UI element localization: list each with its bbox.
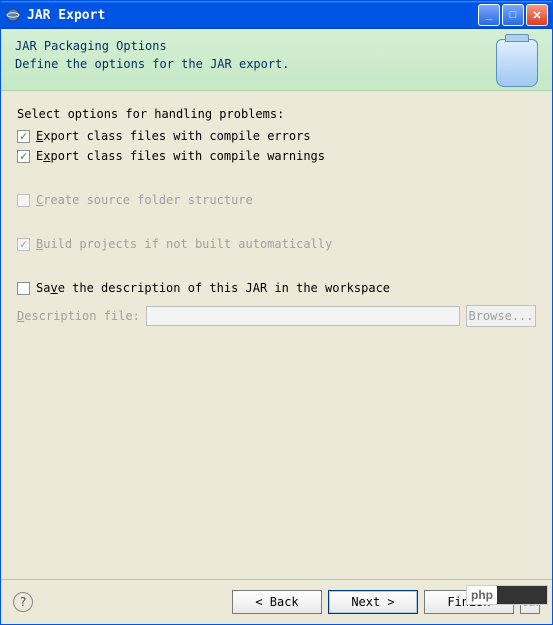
back-button[interactable]: < Back <box>232 590 322 614</box>
watermark-bar <box>497 586 547 604</box>
create-source-folder-checkbox <box>17 194 30 207</box>
export-errors-row[interactable]: Export class files with compile errors <box>17 129 536 143</box>
save-description-row[interactable]: Save the description of this JAR in the … <box>17 281 536 295</box>
description-file-label: Description file: <box>17 309 140 323</box>
window-controls: _ □ ✕ <box>478 4 548 26</box>
window-title: JAR Export <box>27 8 478 23</box>
export-warnings-checkbox[interactable] <box>17 150 30 163</box>
description-file-row: Description file: Browse... <box>17 305 536 327</box>
banner-description: Define the options for the JAR export. <box>15 57 290 71</box>
build-projects-checkbox <box>17 238 30 251</box>
php-watermark-text: php <box>467 586 497 604</box>
help-icon[interactable]: ? <box>13 592 33 612</box>
minimize-button[interactable]: _ <box>478 4 500 26</box>
description-file-input <box>146 306 460 326</box>
close-button[interactable]: ✕ <box>526 4 548 26</box>
banner-title: JAR Packaging Options <box>15 39 290 53</box>
wizard-banner: JAR Packaging Options Define the options… <box>1 29 552 91</box>
create-source-folder-label: Create source folder structure <box>36 193 253 207</box>
jar-icon <box>496 39 538 87</box>
export-warnings-label: Export class files with compile warnings <box>36 149 325 163</box>
maximize-button[interactable]: □ <box>502 4 524 26</box>
jar-export-dialog: JAR Export _ □ ✕ JAR Packaging Options D… <box>0 0 553 625</box>
php-watermark: php <box>466 585 548 605</box>
export-errors-label: Export class files with compile errors <box>36 129 311 143</box>
titlebar[interactable]: JAR Export _ □ ✕ <box>1 1 552 29</box>
next-button[interactable]: Next > <box>328 590 418 614</box>
save-description-label: Save the description of this JAR in the … <box>36 281 390 295</box>
create-source-folder-row: Create source folder structure <box>17 193 536 207</box>
content-area: Select options for handling problems: Ex… <box>1 91 552 579</box>
browse-button: Browse... <box>466 305 536 327</box>
problems-section-label: Select options for handling problems: <box>17 107 536 121</box>
eclipse-icon <box>5 7 21 23</box>
build-projects-label: Build projects if not built automaticall… <box>36 237 332 251</box>
save-description-checkbox[interactable] <box>17 282 30 295</box>
export-errors-checkbox[interactable] <box>17 130 30 143</box>
export-warnings-row[interactable]: Export class files with compile warnings <box>17 149 536 163</box>
build-projects-row: Build projects if not built automaticall… <box>17 237 536 251</box>
